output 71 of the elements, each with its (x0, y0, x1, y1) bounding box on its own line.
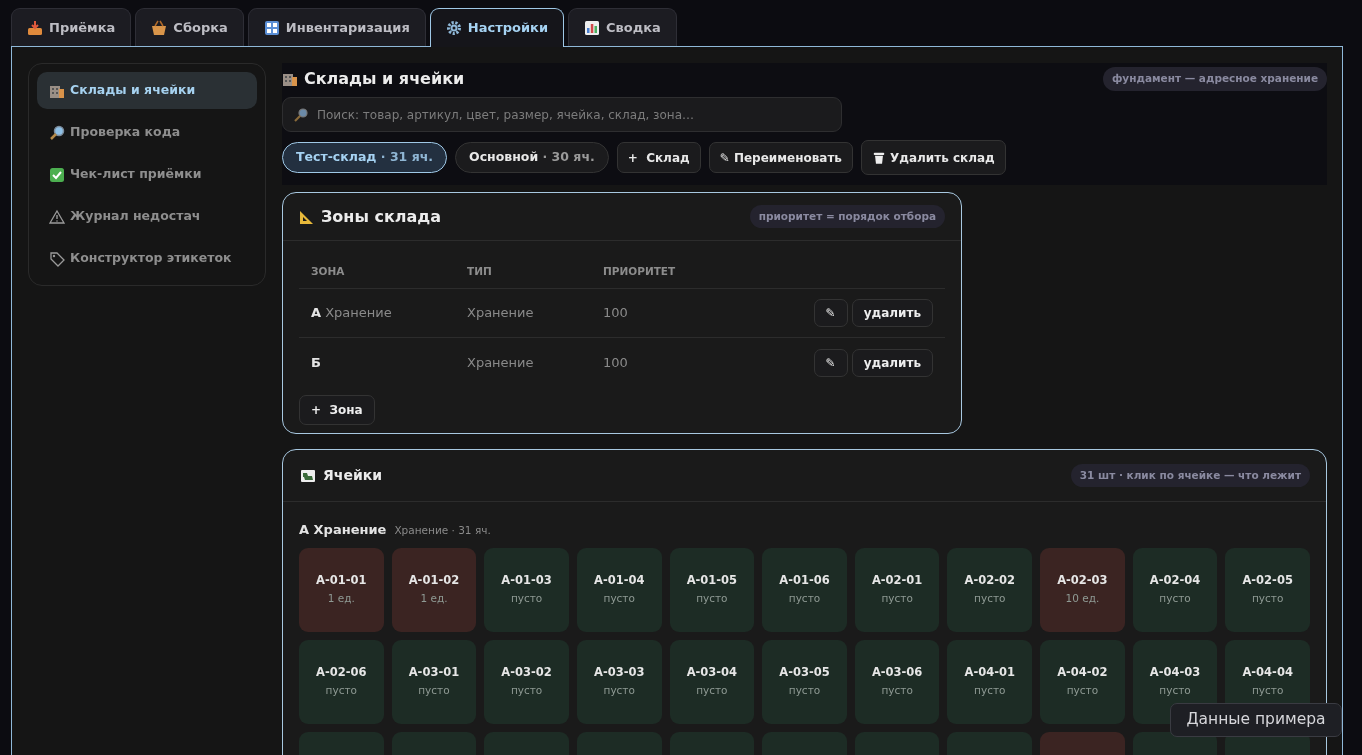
info-pill: фундамент — адресное хранение (1102, 67, 1327, 91)
number-keys-icon (263, 19, 280, 36)
storage-cell[interactable]: А-03-01 пусто (391, 639, 477, 724)
storage-cell[interactable]: А-01-04 пусто (576, 547, 662, 632)
card-title: Зоны склада (321, 205, 442, 228)
tab[interactable]: Настройки (429, 8, 564, 47)
storage-cell[interactable]: А-01-01 1 ед. (299, 547, 384, 632)
group-meta: Хранение · 31 яч. (394, 523, 491, 538)
column-header: ЗОНА (311, 263, 346, 279)
map-icon (299, 467, 317, 484)
table-cell-text: Хранение (467, 304, 535, 323)
storage-cell[interactable]: А-04-01 пусто (947, 639, 1033, 724)
building-icon (282, 71, 298, 87)
sample-data-toast: Данные примера (1170, 703, 1342, 737)
tab[interactable]: Инвентаризация (247, 8, 426, 46)
storage-cell[interactable]: А-02-03 10 ед. (1040, 547, 1125, 632)
storage-cell[interactable]: А-03-05 пусто (762, 639, 847, 724)
tab[interactable]: Приёмка (11, 8, 132, 46)
action-button[interactable]: + Склад (616, 142, 701, 173)
delete-button[interactable]: удалить (851, 299, 933, 327)
warning-icon (49, 208, 65, 225)
inbox-icon (27, 19, 43, 36)
storage-cell[interactable]: А-02-05 пусто (1225, 547, 1310, 632)
tab[interactable]: Сводка (568, 8, 677, 46)
table-cell-text: Хранение (467, 353, 535, 372)
card-title: Ячейки (323, 466, 382, 485)
gear-icon (445, 20, 462, 36)
sidebar-item[interactable]: Склады и ячейки (37, 72, 257, 109)
storage-cell[interactable]: А-02-06 пусто (299, 639, 384, 724)
storage-cell[interactable]: А-01-05 пусто (669, 547, 755, 632)
search-field[interactable]: Поиск: товар, артикул, цвет, размер, ячейка, склад, зона… (282, 97, 842, 132)
storage-cell[interactable]: А-03-03 пусто (576, 639, 662, 724)
storage-cell[interactable]: А-03-04 пусто (669, 639, 755, 724)
storage-cell[interactable]: А-01-06 пусто (762, 547, 847, 632)
bar-chart-icon (584, 19, 600, 36)
sidebar-item[interactable]: Проверка кода (37, 114, 257, 151)
storage-cell[interactable]: А-01-02 1 ед. (391, 547, 477, 632)
action-button[interactable]: ✎ Переименовать (708, 142, 853, 173)
section-title: Склады и ячейки (304, 68, 465, 90)
table-cell-text: А Хранение (311, 304, 393, 323)
triangle-ruler-icon (299, 208, 315, 225)
tab[interactable]: Сборка (135, 8, 244, 46)
delete-button[interactable]: удалить (851, 348, 933, 377)
edit-button[interactable]: ✎ (813, 299, 848, 327)
tag-icon (49, 250, 65, 267)
table-cell-text: Б (311, 353, 322, 372)
table-cell-text: 100 (603, 353, 629, 372)
warehouse-chip[interactable]: Основной · 30 яч. (455, 142, 609, 173)
column-header: ТИП (467, 263, 493, 279)
warehouse-chip[interactable]: Тест-склад · 31 яч. (282, 142, 447, 173)
storage-cell[interactable]: А-03-02 пусто (484, 639, 569, 724)
sidebar-item[interactable]: Журнал недостач (37, 198, 257, 235)
info-pill: 31 шт · клик по ячейке — что лежит (1070, 463, 1310, 488)
action-button[interactable]: Удалить склад (860, 140, 1006, 175)
basket-icon (151, 19, 168, 36)
storage-cell[interactable]: А-03-06 пусто (854, 639, 940, 724)
storage-cell[interactable]: А-04-02 пусто (1040, 639, 1125, 724)
table-cell-text: 100 (603, 304, 629, 323)
magnifier-icon (49, 124, 65, 141)
storage-cell[interactable]: А-02-04 пусто (1132, 547, 1218, 632)
add-zone-button[interactable]: + Зона (299, 395, 375, 425)
column-header: ПРИОРИТЕТ (603, 263, 677, 279)
storage-cell[interactable]: А-02-01 пусто (854, 547, 940, 632)
storage-cell[interactable]: А-01-03 пусто (484, 547, 569, 632)
checkmark-icon (49, 166, 65, 183)
sidebar-item[interactable]: Чек-лист приёмки (37, 156, 257, 193)
sidebar-item[interactable]: Конструктор этикеток (37, 240, 257, 277)
info-pill: приоритет = порядок отбора (749, 204, 945, 229)
edit-button[interactable]: ✎ (813, 348, 848, 377)
storage-cell[interactable]: А-02-02 пусто (947, 547, 1033, 632)
group-title: А Хранение (299, 521, 387, 539)
